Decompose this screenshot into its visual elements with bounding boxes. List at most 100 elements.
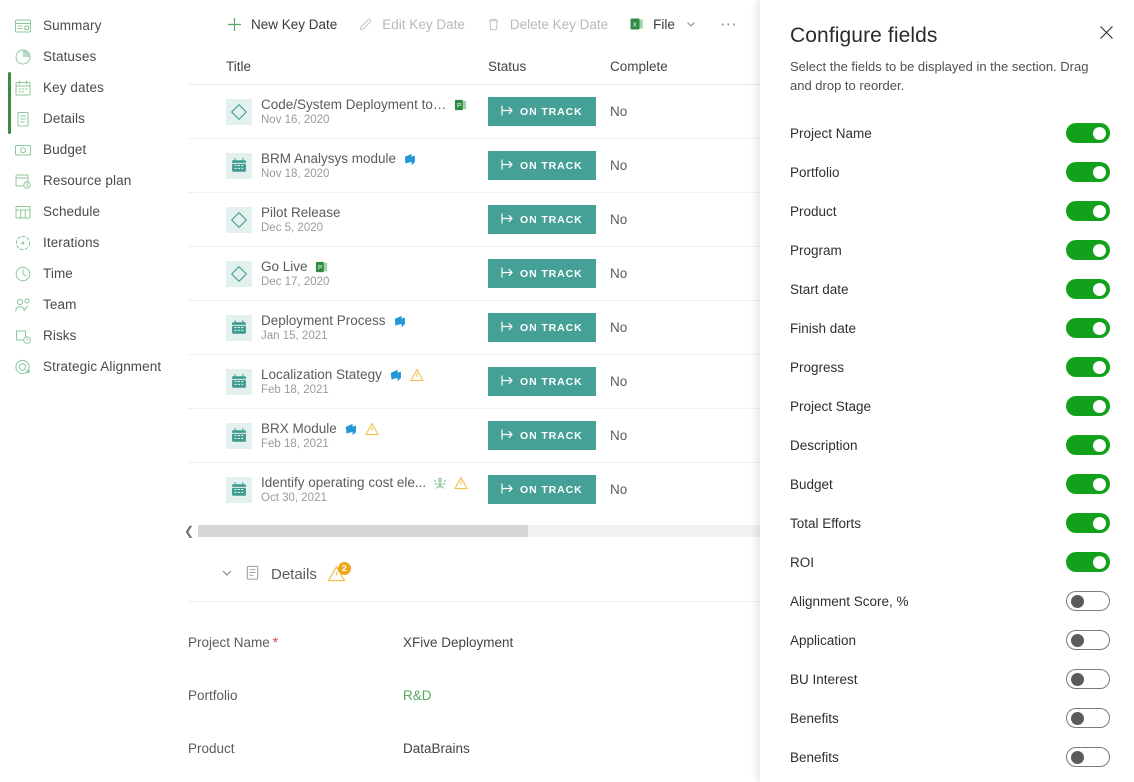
field-toggle[interactable]	[1066, 630, 1110, 651]
configure-field-row[interactable]: Benefits	[760, 738, 1134, 777]
cell-title[interactable]: Localization Stategy Feb 18, 2021	[188, 367, 488, 396]
details-warning-badge[interactable]: 2	[327, 561, 351, 585]
configure-field-row[interactable]: Benefits	[760, 699, 1134, 738]
configure-field-row[interactable]: Portfolio	[760, 153, 1134, 192]
details-field-value[interactable]: XFive Deployment	[403, 635, 513, 650]
sidebar-item-time[interactable]: Time	[0, 258, 170, 289]
azure-devops-icon[interactable]	[393, 314, 407, 328]
configure-field-row[interactable]: Program	[760, 231, 1134, 270]
configure-field-row[interactable]: Alignment Score, %	[760, 582, 1134, 621]
sidebar-item-risks[interactable]: Risks	[0, 320, 170, 351]
configure-field-row[interactable]: Budget	[760, 465, 1134, 504]
sidebar-item-strategic-alignment[interactable]: Strategic Alignment	[0, 351, 170, 382]
configure-field-row[interactable]: Total Efforts	[760, 504, 1134, 543]
status-badge[interactable]: ON TRACK	[488, 97, 596, 126]
field-toggle[interactable]	[1066, 747, 1110, 768]
column-header-title[interactable]: Title	[188, 59, 488, 74]
field-toggle[interactable]	[1066, 513, 1110, 534]
delete-key-date-button[interactable]: Delete Key Date	[475, 8, 618, 40]
edit-key-date-button[interactable]: Edit Key Date	[347, 8, 475, 40]
field-toggle[interactable]	[1066, 240, 1110, 261]
configure-field-row[interactable]: ROI	[760, 543, 1134, 582]
field-toggle[interactable]	[1066, 435, 1110, 456]
configure-field-row[interactable]: Application	[760, 621, 1134, 660]
warning-icon[interactable]	[410, 368, 424, 382]
details-field-value[interactable]: DataBrains	[403, 741, 470, 756]
azure-devops-icon[interactable]	[403, 152, 417, 166]
sidebar-item-key-dates[interactable]: Key dates	[0, 72, 170, 103]
scrollbar-track[interactable]	[198, 525, 770, 537]
field-toggle[interactable]	[1066, 708, 1110, 729]
field-toggle[interactable]	[1066, 318, 1110, 339]
cell-title[interactable]: Identify operating cost ele... Oct 30, 20…	[188, 475, 488, 504]
cell-title[interactable]: Deployment Process Jan 15, 2021	[188, 313, 488, 342]
field-toggle[interactable]	[1066, 162, 1110, 183]
field-toggle[interactable]	[1066, 123, 1110, 144]
cell-title[interactable]: BRM Analysys module Nov 18, 2020	[188, 151, 488, 180]
new-key-date-button[interactable]: New Key Date	[216, 8, 347, 40]
status-badge[interactable]: ON TRACK	[488, 259, 596, 288]
cell-title[interactable]: BRX Module Feb 18, 2021	[188, 421, 488, 450]
toolbar-overflow-button[interactable]: ⋯	[710, 16, 749, 33]
table-row[interactable]: Go Live P Dec 17, 2020 ON TRACK No	[188, 246, 770, 300]
scroll-left-icon[interactable]: ❮	[180, 524, 198, 538]
field-toggle[interactable]	[1066, 591, 1110, 612]
table-row[interactable]: Code/System Deployment to Sta... P Nov 16,…	[188, 84, 770, 138]
table-row[interactable]: BRX Module Feb 18, 2021 ON TRACK No	[188, 408, 770, 462]
scrollbar-thumb[interactable]	[198, 525, 528, 537]
table-row[interactable]: Identify operating cost ele... Oct 30, 20…	[188, 462, 770, 516]
cell-title[interactable]: Go Live P Dec 17, 2020	[188, 259, 488, 288]
configure-field-row[interactable]: Finish date	[760, 309, 1134, 348]
table-row[interactable]: Pilot Release Dec 5, 2020 ON TRACK No	[188, 192, 770, 246]
configure-field-row[interactable]: Project Stage	[760, 387, 1134, 426]
sidebar-item-resource-plan[interactable]: Resource plan	[0, 165, 170, 196]
project-icon[interactable]: P	[454, 98, 468, 112]
warning-icon[interactable]	[454, 476, 468, 490]
file-menu-button[interactable]: x File	[618, 8, 710, 40]
configure-field-row[interactable]: Product	[760, 192, 1134, 231]
sidebar-item-team[interactable]: Team	[0, 289, 170, 320]
sidebar-item-iterations[interactable]: Iterations	[0, 227, 170, 258]
column-header-status[interactable]: Status	[488, 59, 610, 74]
table-row[interactable]: BRM Analysys module Nov 18, 2020 ON TRACK N…	[188, 138, 770, 192]
field-toggle[interactable]	[1066, 669, 1110, 690]
sidebar-item-summary[interactable]: Summary	[0, 10, 170, 41]
status-badge[interactable]: ON TRACK	[488, 151, 596, 180]
people-icon[interactable]	[433, 476, 447, 490]
configure-field-row[interactable]: Description	[760, 426, 1134, 465]
configure-field-row[interactable]: Start date	[760, 270, 1134, 309]
close-icon[interactable]	[1092, 18, 1120, 46]
field-toggle[interactable]	[1066, 396, 1110, 417]
cell-title[interactable]: Pilot Release Dec 5, 2020	[188, 205, 488, 234]
table-row[interactable]: Localization Stategy Feb 18, 2021 ON TRACK…	[188, 354, 770, 408]
table-row[interactable]: Deployment Process Jan 15, 2021 ON TRACK No	[188, 300, 770, 354]
azure-devops-icon[interactable]	[344, 422, 358, 436]
horizontal-scrollbar[interactable]: ❮	[180, 522, 770, 540]
configure-field-label: Portfolio	[790, 164, 840, 180]
sidebar-item-statuses[interactable]: Statuses	[0, 41, 170, 72]
column-header-complete[interactable]: Complete	[610, 59, 720, 74]
details-section-header[interactable]: Details 2	[188, 548, 770, 602]
sidebar-item-schedule[interactable]: Schedule	[0, 196, 170, 227]
status-badge[interactable]: ON TRACK	[488, 421, 596, 450]
details-field-value[interactable]: R&D	[403, 688, 432, 703]
sidebar-item-budget[interactable]: Budget	[0, 134, 170, 165]
configure-field-row[interactable]: Progress	[760, 348, 1134, 387]
project-icon[interactable]: P	[315, 260, 329, 274]
configure-field-row[interactable]: BU Interest	[760, 660, 1134, 699]
configure-field-row[interactable]: Project Name	[760, 114, 1134, 153]
status-badge[interactable]: ON TRACK	[488, 367, 596, 396]
field-toggle[interactable]	[1066, 552, 1110, 573]
status-badge[interactable]: ON TRACK	[488, 313, 596, 342]
warning-icon[interactable]	[365, 422, 379, 436]
field-toggle[interactable]	[1066, 201, 1110, 222]
cell-title[interactable]: Code/System Deployment to Sta... P Nov 16,…	[188, 97, 488, 126]
status-badge[interactable]: ON TRACK	[488, 475, 596, 504]
sidebar-item-details[interactable]: Details	[0, 103, 170, 134]
azure-devops-icon[interactable]	[389, 368, 403, 382]
field-toggle[interactable]	[1066, 279, 1110, 300]
field-toggle[interactable]	[1066, 474, 1110, 495]
field-toggle[interactable]	[1066, 357, 1110, 378]
chevron-down-icon[interactable]	[220, 566, 234, 583]
status-badge[interactable]: ON TRACK	[488, 205, 596, 234]
